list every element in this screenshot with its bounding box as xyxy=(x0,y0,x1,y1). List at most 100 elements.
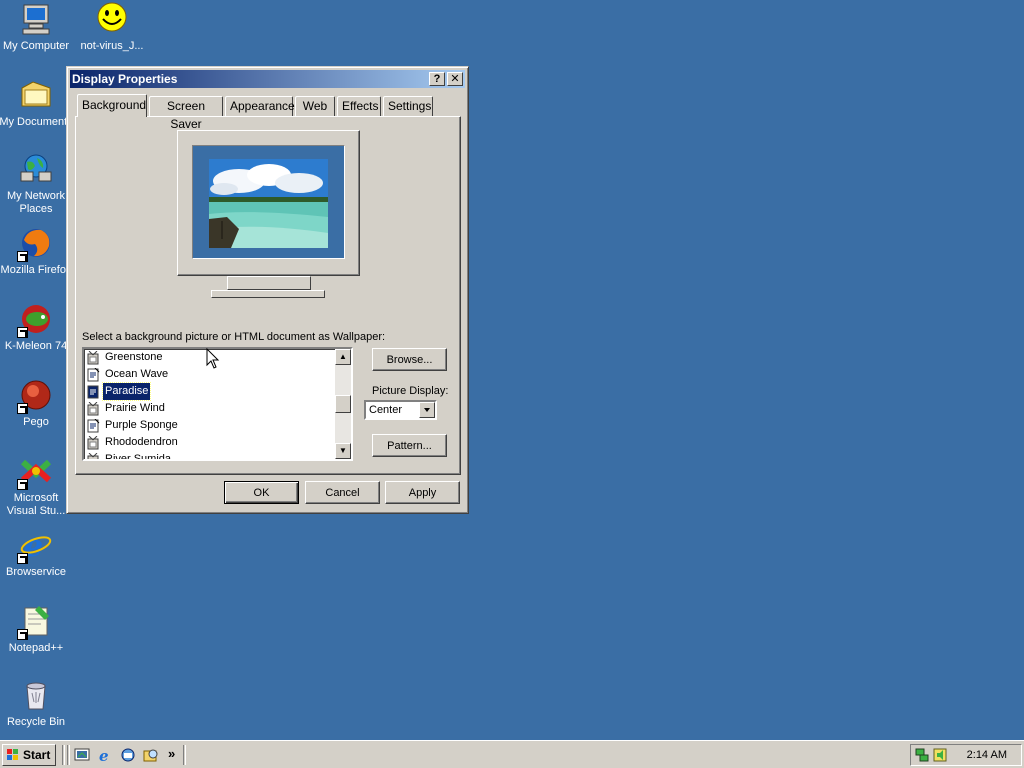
desktop-icon-not-virus[interactable]: not-virus_J... xyxy=(74,2,150,53)
taskbar-separator xyxy=(183,745,186,765)
scroll-down-button[interactable]: ▼ xyxy=(335,443,351,459)
shortcut-arrow-icon xyxy=(17,553,28,564)
tab-background[interactable]: Background xyxy=(77,94,147,117)
scroll-thumb[interactable] xyxy=(335,395,351,413)
bitmap-file-icon xyxy=(86,452,100,459)
wallpaper-list-item-selected[interactable]: Paradise xyxy=(86,382,152,401)
wallpaper-list-item[interactable]: Rhododendron xyxy=(86,434,180,451)
desktop-icon-pego[interactable]: Pego xyxy=(0,378,74,429)
notepadpp-icon xyxy=(17,604,53,640)
desktop-icon-label: Mozilla Firefox xyxy=(0,264,72,276)
pego-icon xyxy=(17,378,53,414)
desktop-icon-network-places[interactable]: My Network Places xyxy=(0,152,74,216)
shortcut-arrow-icon xyxy=(17,479,28,490)
cancel-button[interactable]: Cancel xyxy=(305,481,380,504)
network-icon xyxy=(19,152,53,186)
bitmap-file-icon xyxy=(86,435,100,450)
start-button[interactable]: Start xyxy=(2,744,56,766)
picture-display-label: Picture Display: xyxy=(372,385,449,397)
desktop-icon-label: Recycle Bin xyxy=(6,716,66,728)
bitmap-file-icon xyxy=(86,350,100,365)
ok-button[interactable]: OK xyxy=(224,481,299,504)
desktop-icon-browservice[interactable]: e Browservice xyxy=(0,528,74,579)
explorer-icon[interactable] xyxy=(143,747,159,763)
windows-logo-icon xyxy=(7,749,18,760)
close-button[interactable]: ✕ xyxy=(447,72,463,86)
desktop-icon-my-computer[interactable]: My Computer xyxy=(0,2,74,53)
desktop-icon-label: K-Meleon 74 xyxy=(4,340,68,352)
browse-button[interactable]: Browse... xyxy=(372,348,447,371)
monitor-base xyxy=(211,290,325,298)
desktop-icon-my-documents[interactable]: My Documents xyxy=(0,78,74,129)
taskbar: Start e » 2:14 AM xyxy=(0,740,1024,768)
quicklaunch-chevron[interactable]: » xyxy=(168,746,175,761)
outlook-icon[interactable] xyxy=(120,747,136,763)
shortcut-arrow-icon xyxy=(17,327,28,338)
wallpaper-list-item[interactable]: Ocean Wave xyxy=(86,366,170,383)
wallpaper-list-scrollbar[interactable]: ▲ ▼ xyxy=(335,349,351,459)
show-desktop-icon[interactable] xyxy=(74,747,90,763)
tab-appearance[interactable]: Appearance xyxy=(225,96,295,116)
wallpaper-list-item[interactable]: Prairie Wind xyxy=(86,400,167,417)
desktop-icon-label: My Computer xyxy=(2,40,70,52)
desktop-icon-firefox[interactable]: Mozilla Firefox xyxy=(0,226,74,277)
html-file-icon xyxy=(86,385,100,399)
firefox-icon xyxy=(17,226,53,262)
desktop-icon-label: Microsoft Visual Stu... xyxy=(6,492,66,517)
desktop-icon-label: Pego xyxy=(23,416,49,428)
taskbar-separator xyxy=(67,745,70,765)
chevron-down-icon[interactable] xyxy=(419,402,435,418)
recycle-bin-icon xyxy=(19,678,53,712)
wallpaper-prompt-label: Select a background picture or HTML docu… xyxy=(82,331,386,343)
desktop-icon-label: Notepad++ xyxy=(8,642,64,654)
taskbar-separator xyxy=(62,745,65,765)
wallpaper-preview-image xyxy=(209,159,328,248)
tab-screen-saver[interactable]: Screen Saver xyxy=(149,96,223,131)
tab-settings[interactable]: Settings xyxy=(383,96,433,116)
wallpaper-list-item[interactable]: River Sumida xyxy=(86,451,173,459)
desktop-icon-kmeleon[interactable]: K-Meleon 74 xyxy=(0,302,74,353)
window-title: Display Properties xyxy=(72,72,178,86)
desktop-icon-notepadpp[interactable]: Notepad++ xyxy=(0,604,74,655)
title-bar[interactable]: Display Properties ? ✕ xyxy=(70,70,465,88)
svg-text:e: e xyxy=(99,747,109,763)
desktop-icon-recycle-bin[interactable]: Recycle Bin xyxy=(0,678,74,729)
kmeleon-icon xyxy=(17,302,53,338)
visual-studio-icon xyxy=(17,454,53,490)
shortcut-arrow-icon xyxy=(17,251,28,262)
desktop-icon-label: not-virus_J... xyxy=(80,40,144,52)
wallpaper-list-item[interactable]: Greenstone xyxy=(86,349,164,366)
desktop-icon-label: My Network Places xyxy=(6,190,66,215)
my-computer-icon xyxy=(19,2,53,36)
pattern-button[interactable]: Pattern... xyxy=(372,434,447,457)
start-label: Start xyxy=(23,748,51,762)
tab-effects[interactable]: Effects xyxy=(337,96,381,116)
bitmap-file-icon xyxy=(86,401,100,416)
monitor-preview xyxy=(177,130,360,276)
desktop-icon-label: My Documents xyxy=(0,116,73,128)
apply-button[interactable]: Apply xyxy=(385,481,460,504)
desktop-icon-label: Browservice xyxy=(6,566,66,578)
help-button[interactable]: ? xyxy=(429,72,445,86)
desktop-icon-visual-studio[interactable]: Microsoft Visual Stu... xyxy=(0,454,74,518)
shortcut-arrow-icon xyxy=(17,403,28,414)
system-tray: 2:14 AM xyxy=(910,744,1022,766)
folder-icon xyxy=(19,78,53,112)
mouse-cursor-icon xyxy=(206,348,220,369)
clock[interactable]: 2:14 AM xyxy=(967,749,1007,761)
scroll-up-button[interactable]: ▲ xyxy=(335,349,351,365)
smiley-icon xyxy=(95,2,129,36)
picture-display-value: Center xyxy=(369,404,403,416)
tab-web[interactable]: Web xyxy=(295,96,335,116)
ie-icon: e xyxy=(17,528,53,564)
volume-tray-icon[interactable] xyxy=(932,747,948,763)
wallpaper-list-item[interactable]: Purple Sponge xyxy=(86,417,180,434)
ie-quicklaunch-icon[interactable]: e xyxy=(97,747,113,763)
html-file-icon xyxy=(86,367,100,382)
network-tray-icon[interactable] xyxy=(914,747,930,763)
monitor-screen xyxy=(192,145,345,259)
html-file-icon xyxy=(86,418,100,433)
shortcut-arrow-icon xyxy=(17,629,28,640)
picture-display-select[interactable]: Center xyxy=(364,400,437,420)
monitor-stand xyxy=(227,276,311,290)
